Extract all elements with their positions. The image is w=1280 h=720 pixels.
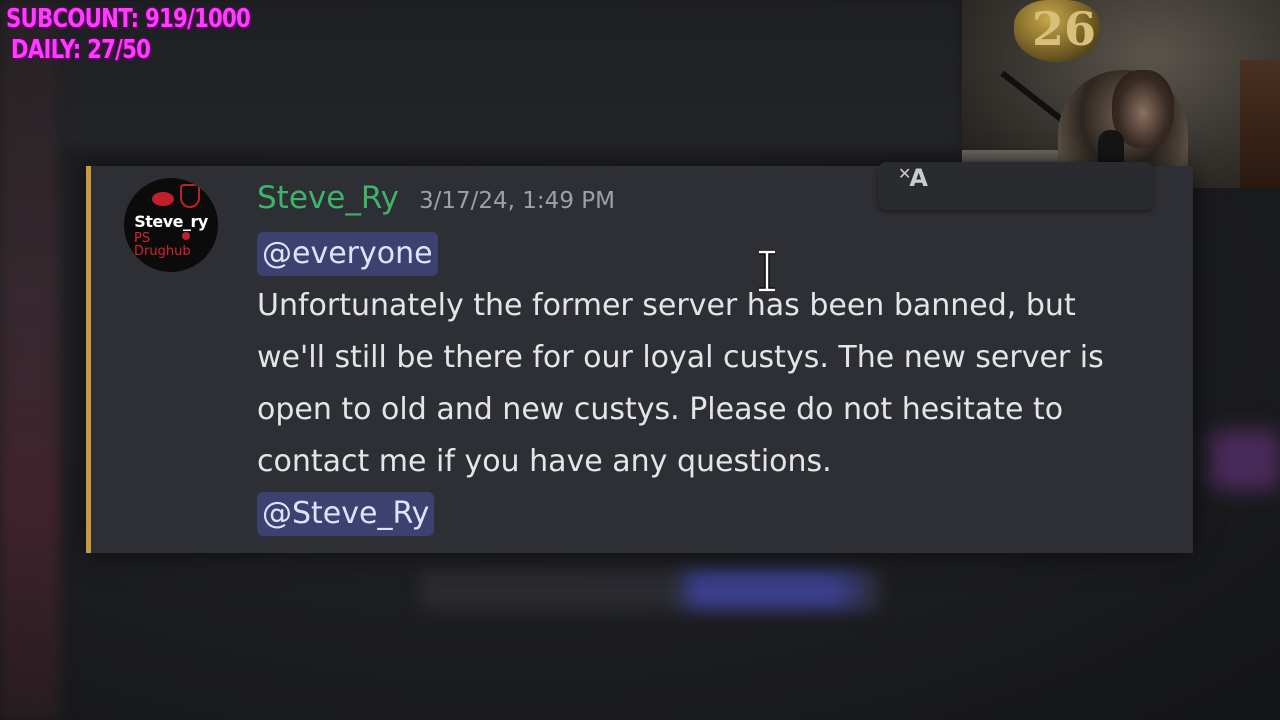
balloon-number: 26 — [1032, 2, 1097, 56]
text-cursor-icon — [759, 250, 775, 292]
translate-icon[interactable]: ✕A — [898, 164, 928, 192]
stream-counter-overlay: SUBCOUNT: 919/1000 DAILY: 27/50 — [6, 4, 251, 66]
subcount-label: SUBCOUNT: 919/1000 — [6, 4, 251, 34]
mention-everyone[interactable]: @everyone — [257, 232, 438, 276]
avatar-sub-2: Drughub — [134, 244, 191, 259]
webcam-shelf — [1240, 60, 1280, 188]
message-content: @everyone Unfortunately the former serve… — [257, 228, 1137, 540]
mention-highlight-bar — [86, 166, 91, 553]
message-header: Steve_Ry 3/17/24, 1:49 PM — [257, 180, 615, 216]
avatar[interactable]: Steve_ry PS Drughub — [124, 178, 218, 272]
timestamp[interactable]: 3/17/24, 1:49 PM — [419, 188, 615, 214]
webcam-feed: 26 — [962, 0, 1280, 188]
stream-frame: SUBCOUNT: 919/1000 DAILY: 27/50 26 Steve… — [0, 0, 1280, 720]
username[interactable]: Steve_Ry — [257, 180, 399, 216]
blurred-input-area — [420, 570, 880, 610]
daily-label: DAILY: 27/50 — [10, 35, 151, 65]
shield-icon — [180, 184, 200, 208]
mention-user[interactable]: @Steve_Ry — [257, 492, 435, 536]
chat-message[interactable]: Steve_ry PS Drughub Steve_Ry 3/17/24, 1:… — [86, 162, 1193, 553]
pill-icon — [152, 192, 174, 206]
dot-icon — [182, 232, 190, 240]
message-toolbar: ✕A — [878, 162, 1153, 210]
message-text: Unfortunately the former server has been… — [257, 288, 1104, 479]
blurred-server-sidebar — [0, 0, 60, 720]
avatar-name: Steve_ry — [134, 212, 208, 231]
blurred-accent — [1210, 430, 1280, 490]
